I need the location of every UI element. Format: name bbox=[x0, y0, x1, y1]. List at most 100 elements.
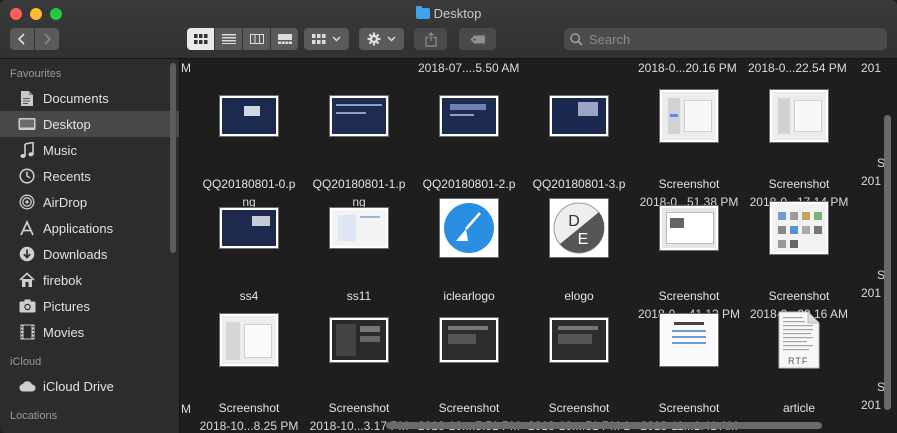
window-title: Desktop bbox=[0, 6, 897, 21]
sidebar-item-music[interactable]: Music bbox=[0, 137, 179, 163]
file-item[interactable]: RTF article bbox=[744, 311, 854, 433]
file-name: elogo bbox=[564, 289, 594, 303]
share-icon bbox=[424, 31, 437, 47]
sidebar-item-label: iCloud Drive bbox=[43, 378, 114, 394]
partial-label: 2018-0...22.54 PM bbox=[748, 61, 847, 75]
gallery-view-icon bbox=[277, 34, 292, 44]
column-view-button[interactable] bbox=[243, 28, 270, 50]
partial-label: 201 bbox=[861, 286, 882, 300]
file-name: Screenshot bbox=[438, 401, 500, 415]
sidebar-item-label: firebok bbox=[43, 272, 83, 288]
music-note-icon bbox=[18, 141, 36, 159]
close-window-button[interactable] bbox=[10, 8, 22, 20]
share-button[interactable] bbox=[414, 28, 447, 50]
sidebar-item-recents[interactable]: Recents bbox=[0, 163, 179, 189]
chevron-down-icon bbox=[387, 36, 396, 42]
sidebar-section-icloud: iCloud bbox=[10, 356, 42, 368]
sidebar-section-locations: Locations bbox=[10, 410, 58, 422]
sidebar-item-desktop[interactable]: Desktop bbox=[0, 111, 179, 137]
clock-icon bbox=[18, 167, 36, 185]
back-button[interactable] bbox=[10, 28, 34, 50]
icon-view-button[interactable] bbox=[187, 28, 214, 50]
action-menu-button[interactable] bbox=[359, 28, 404, 50]
tag-icon bbox=[470, 35, 485, 43]
sidebar-item-documents[interactable]: Documents bbox=[0, 85, 179, 111]
sidebar-item-airdrop[interactable]: AirDrop bbox=[0, 189, 179, 215]
icon-view-icon bbox=[193, 34, 207, 44]
sidebar-item-label: Downloads bbox=[43, 246, 108, 262]
partial-label: M bbox=[181, 402, 191, 416]
gallery-view-button[interactable] bbox=[271, 28, 298, 50]
file-thumbnail bbox=[440, 199, 498, 257]
sidebar-scrollbar[interactable] bbox=[170, 63, 176, 253]
search-field[interactable] bbox=[564, 28, 887, 50]
film-icon bbox=[18, 323, 36, 341]
chevron-right-icon bbox=[44, 33, 51, 45]
file-thumbnail bbox=[220, 96, 278, 136]
logo-letter-d: D bbox=[568, 213, 580, 230]
file-thumbnail bbox=[550, 318, 608, 362]
file-name: QQ20180801-3.p bbox=[532, 177, 626, 191]
sidebar-item-firebok[interactable]: firebok bbox=[0, 267, 179, 293]
window-title-text: Desktop bbox=[433, 6, 482, 21]
gear-icon bbox=[367, 32, 381, 46]
tag-button[interactable] bbox=[459, 28, 496, 50]
vertical-scrollbar[interactable] bbox=[884, 115, 891, 410]
file-item[interactable]: Screenshot 2018-10....5.51 PM bbox=[414, 311, 524, 433]
sidebar-item-icloud-drive[interactable]: iCloud Drive bbox=[0, 373, 179, 399]
search-input[interactable] bbox=[587, 30, 871, 48]
sidebar-item-downloads[interactable]: Downloads bbox=[0, 241, 179, 267]
file-name: Screenshot bbox=[658, 177, 720, 191]
horizontal-scrollbar[interactable] bbox=[386, 422, 822, 429]
document-icon bbox=[18, 89, 36, 107]
partial-label: 201 bbox=[861, 174, 882, 188]
file-thumbnail bbox=[660, 314, 718, 366]
file-item[interactable]: Screenshot 2018-10....51 PM 1 bbox=[524, 311, 634, 433]
rtf-document-icon: RTF bbox=[778, 311, 820, 369]
file-thumbnail bbox=[220, 314, 278, 366]
file-name: ss4 bbox=[239, 289, 259, 303]
minimize-window-button[interactable] bbox=[30, 8, 42, 20]
group-by-button[interactable] bbox=[304, 28, 349, 50]
finder-window: Desktop Search Favourites Documents Desk… bbox=[0, 0, 897, 433]
file-item[interactable]: Screenshot 2018-10...3.17 PM bbox=[304, 311, 414, 433]
file-thumbnail bbox=[440, 318, 498, 362]
airdrop-icon bbox=[18, 193, 36, 211]
sidebar-item-label: AirDrop bbox=[43, 194, 88, 210]
file-thumbnail bbox=[660, 206, 718, 250]
applications-icon bbox=[18, 219, 36, 237]
file-item[interactable]: Screenshot 2018-11...1.41 AM bbox=[634, 311, 744, 433]
partial-label: 2018-0...20.16 PM bbox=[638, 61, 737, 75]
file-name: iclearlogo bbox=[443, 289, 495, 303]
logo-letter-e: E bbox=[578, 231, 589, 248]
file-name: Screenshot bbox=[658, 289, 720, 303]
sidebar-item-label: Documents bbox=[43, 90, 109, 106]
search-icon bbox=[570, 32, 583, 46]
file-thumbnail bbox=[550, 96, 608, 136]
file-name: Screenshot bbox=[328, 401, 390, 415]
file-grid: M 2018-07....5.50 AM 2018-0...20.16 PM 2… bbox=[181, 59, 897, 433]
file-thumbnail bbox=[770, 90, 828, 142]
download-icon bbox=[18, 245, 36, 263]
file-thumbnail bbox=[330, 96, 388, 136]
forward-button[interactable] bbox=[35, 28, 59, 50]
zoom-window-button[interactable] bbox=[50, 8, 62, 20]
sidebar-item-label: Applications bbox=[43, 220, 114, 236]
sidebar-item-movies[interactable]: Movies bbox=[0, 319, 179, 345]
file-name: Screenshot bbox=[658, 401, 720, 415]
partial-label: 201 bbox=[861, 398, 882, 412]
file-thumbnail bbox=[770, 202, 828, 254]
camera-icon bbox=[18, 297, 36, 315]
list-view-icon bbox=[221, 34, 236, 44]
partial-row-top: M 2018-07....5.50 AM 2018-0...20.16 PM 2… bbox=[181, 59, 897, 79]
sidebar-item-pictures[interactable]: Pictures bbox=[0, 293, 179, 319]
list-view-button[interactable] bbox=[215, 28, 242, 50]
folder-icon bbox=[415, 6, 430, 19]
file-item[interactable]: Screenshot 2018-10...8.25 PM bbox=[194, 311, 304, 433]
partial-label: 2018-07....5.50 AM bbox=[418, 61, 520, 75]
sidebar-item-applications[interactable]: Applications bbox=[0, 215, 179, 241]
sidebar-section-favourites: Favourites bbox=[10, 68, 62, 80]
file-thumbnail: D E bbox=[550, 199, 608, 257]
file-name: Screenshot bbox=[768, 177, 830, 191]
file-name: QQ20180801-2.p bbox=[422, 177, 516, 191]
